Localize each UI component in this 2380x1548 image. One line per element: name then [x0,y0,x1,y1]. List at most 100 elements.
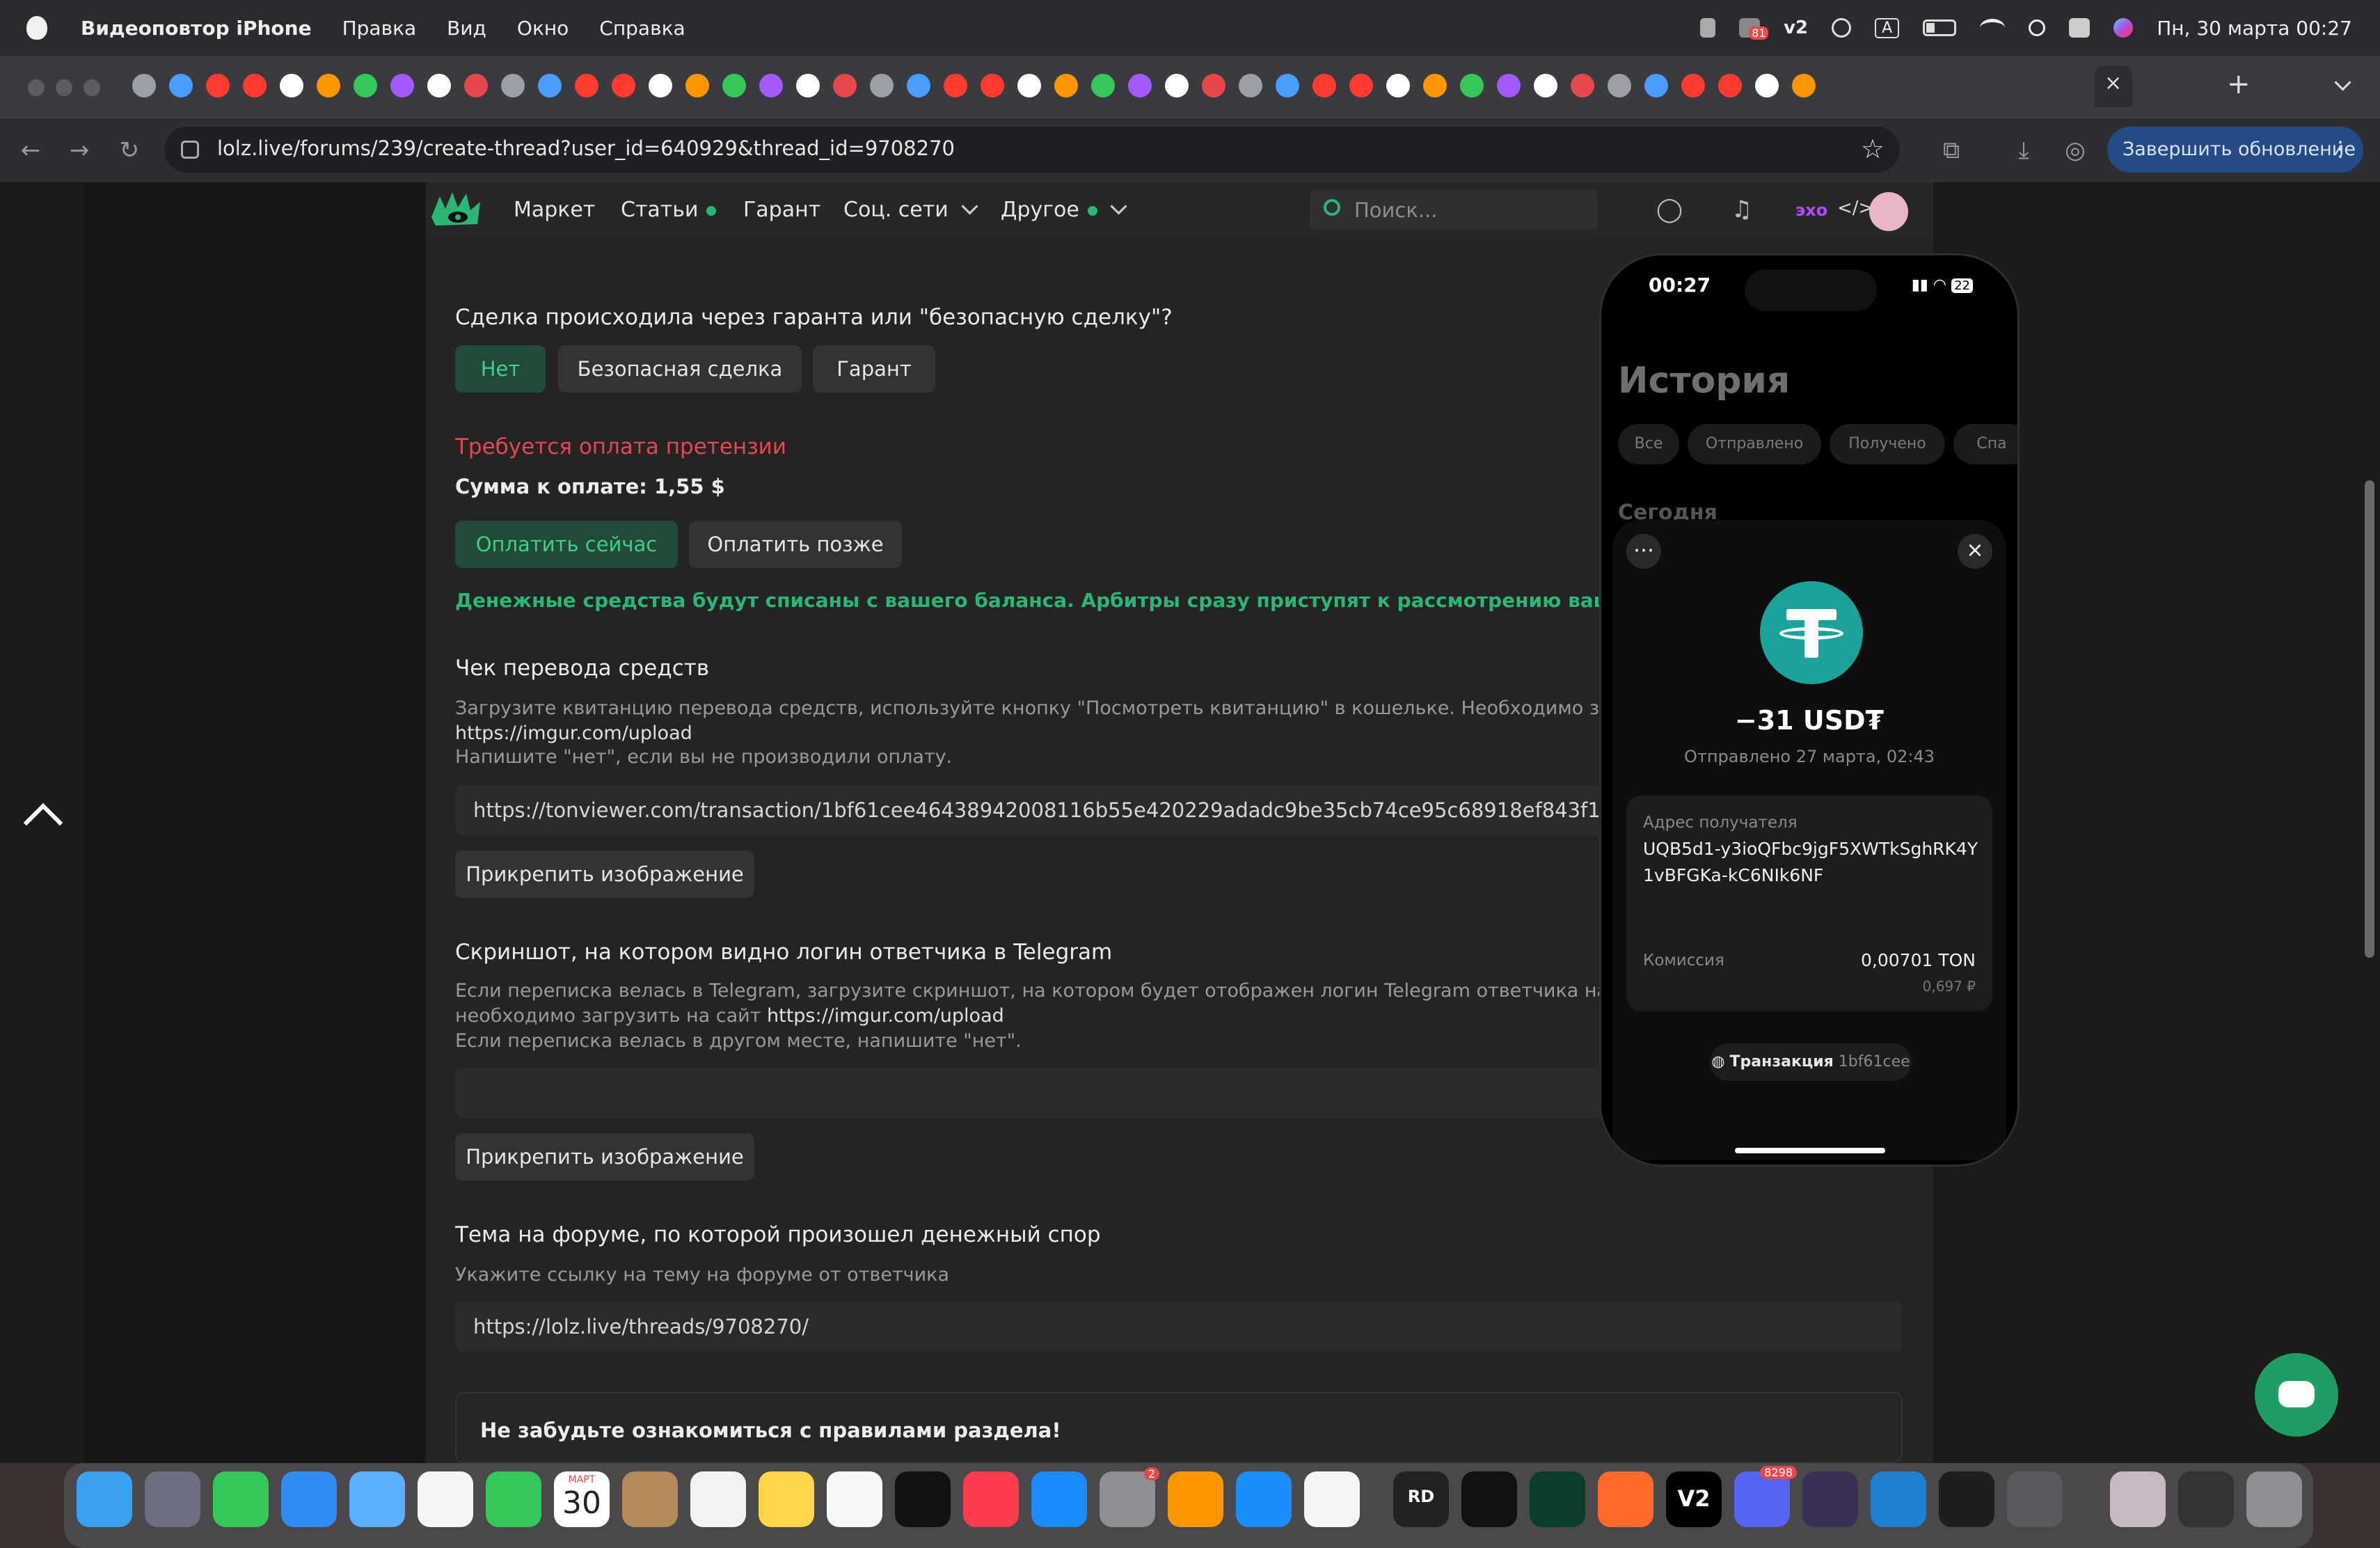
filter-spam[interactable]: Спа [1953,424,2017,464]
reload-icon[interactable]: ↻ [116,136,143,164]
active-tab[interactable]: × [2095,65,2132,107]
tab-favicon-icon[interactable] [944,74,967,97]
figma-icon[interactable] [1939,1471,1994,1527]
tab-favicon-icon[interactable] [1718,74,1742,97]
tab-favicon-icon[interactable] [1571,74,1594,97]
menu-app-name[interactable]: Видеоповтор iPhone [81,17,312,40]
mail-icon[interactable] [281,1471,337,1527]
app-store-icon[interactable] [1031,1471,1087,1527]
chat-fab-button[interactable] [2255,1353,2338,1437]
apple-tv-icon[interactable] [895,1471,951,1527]
reminders-icon[interactable] [690,1471,746,1527]
tab-favicon-icon[interactable] [1423,74,1447,97]
tab-favicon-icon[interactable] [169,74,193,97]
attach-image-button[interactable]: Прикрепить изображение [455,1133,754,1180]
nav-social[interactable]: Соц. сети [843,198,978,222]
tab-favicon-icon[interactable] [1755,74,1779,97]
tab-favicon-icon[interactable] [981,74,1004,97]
discord-icon[interactable]: 8298 [1734,1466,1797,1527]
bookmark-star-icon[interactable]: ☆ [1861,134,1885,164]
tab-favicon-icon[interactable] [907,74,930,97]
input-source-indicator[interactable]: A [1875,17,1900,38]
tab-favicon-icon[interactable] [243,74,267,97]
forward-arrow-icon[interactable]: → [65,136,93,164]
filter-all[interactable]: Все [1618,424,1679,464]
minimize-window-icon[interactable] [56,79,72,96]
window-stack-icon[interactable] [2178,1471,2234,1527]
menu-view[interactable]: Вид [447,17,486,40]
pay-later-button[interactable]: Оплатить позже [689,521,902,568]
mongodb-compass-icon[interactable] [1530,1471,1585,1527]
tab-favicon-icon[interactable] [1608,74,1631,97]
user-tag[interactable]: эхо [1795,200,1827,220]
calculator-icon[interactable] [2007,1471,2063,1527]
tab-favicon-icon[interactable] [427,74,451,97]
site-search[interactable]: Поиск... [1310,189,1598,230]
tab-favicon-icon[interactable] [501,74,525,97]
tab-favicon-icon[interactable] [354,74,377,97]
page-scrollbar[interactable] [2365,480,2374,958]
option-guarantor-button[interactable]: Гарант [813,345,935,393]
facetime-icon[interactable] [486,1471,541,1527]
filter-sent[interactable]: Отправлено [1688,424,1821,464]
play-status-icon[interactable] [1832,18,1852,38]
back-arrow-icon[interactable]: ← [17,136,45,164]
tab-favicon-icon[interactable] [280,74,303,97]
tab-favicon-icon[interactable] [1497,74,1521,97]
control-center-icon[interactable] [2069,18,2091,38]
tab-favicon-icon[interactable] [1460,74,1484,97]
zoom-window-icon[interactable] [84,79,100,96]
tab-favicon-icon[interactable] [1386,74,1410,97]
notifications-bell-icon[interactable]: ♫ [1727,195,1756,224]
tab-favicon-icon[interactable] [759,74,783,97]
nav-market[interactable]: Маркет [514,198,595,222]
menubar-clock[interactable]: Пн, 30 марта 00:27 [2157,17,2352,40]
terminal-icon[interactable] [1461,1471,1517,1527]
tab-favicon-icon[interactable] [833,74,857,97]
pay-now-button[interactable]: Оплатить сейчас [455,521,678,568]
address-bar[interactable]: lolz.live/forums/239/create-thread?user_… [164,127,1900,173]
transaction-link-button[interactable]: ◍ Транзакция 1bf61cee [1710,1043,1912,1081]
imgur-link[interactable]: https://imgur.com/upload [767,1005,1004,1027]
close-window-icon[interactable] [28,79,45,96]
tab-favicon-icon[interactable] [1091,74,1115,97]
topic-input[interactable]: https://lolz.live/threads/9708270/ [455,1302,1903,1352]
pen-tool-icon[interactable] [1598,1471,1653,1527]
downloads-icon[interactable]: ⤓ [2010,136,2038,164]
nav-articles[interactable]: Статьи [621,198,717,222]
maps-icon[interactable] [349,1471,405,1527]
v2-status-label[interactable]: v2 [1784,17,1808,38]
nav-guarantor[interactable]: Гарант [743,198,820,222]
tab-favicon-icon[interactable] [1644,74,1668,97]
rider-icon[interactable]: RD [1393,1471,1449,1527]
url-text[interactable]: lolz.live/forums/239/create-thread?user_… [217,136,955,160]
user-avatar[interactable] [1869,192,1908,231]
tab-favicon-icon[interactable] [1202,74,1225,97]
tab-favicon-icon[interactable] [722,74,746,97]
apple-logo-icon[interactable] [26,16,47,40]
kebab-menu-icon[interactable]: ⋮ [2330,127,2351,173]
spotlight-search-icon[interactable] [2029,19,2046,36]
code-icon[interactable]: </> [1837,198,1873,219]
notes-icon[interactable] [759,1471,814,1527]
site-info-icon[interactable] [181,141,199,159]
extensions-icon[interactable]: ⧉ [1937,136,1965,164]
tab-favicon-icon[interactable] [685,74,709,97]
tab-favicon-icon[interactable] [132,74,156,97]
tab-favicon-icon[interactable] [1312,74,1336,97]
tab-favicon-icon[interactable] [1681,74,1705,97]
tab-favicon-icon[interactable] [464,74,488,97]
profile-icon[interactable]: ◎ [2061,136,2089,164]
system-settings-icon[interactable]: 2 [1100,1467,1159,1527]
downloads-stack-icon[interactable] [2110,1471,2166,1527]
v2-app-icon[interactable]: V2 [1666,1471,1722,1527]
finish-update-button[interactable]: Завершить обновление ⋮ [2107,127,2363,173]
tab-search-chevron-icon[interactable] [2334,74,2351,91]
chrome-icon[interactable] [1304,1471,1360,1527]
tab-favicon-icon[interactable] [1128,74,1152,97]
iphone-mirroring-icon[interactable] [1168,1471,1223,1527]
tab-favicon-icon[interactable] [1792,74,1816,97]
battery-icon[interactable] [1923,19,1957,36]
tab-favicon-icon[interactable] [538,74,562,97]
tab-favicon-icon[interactable] [390,74,414,97]
